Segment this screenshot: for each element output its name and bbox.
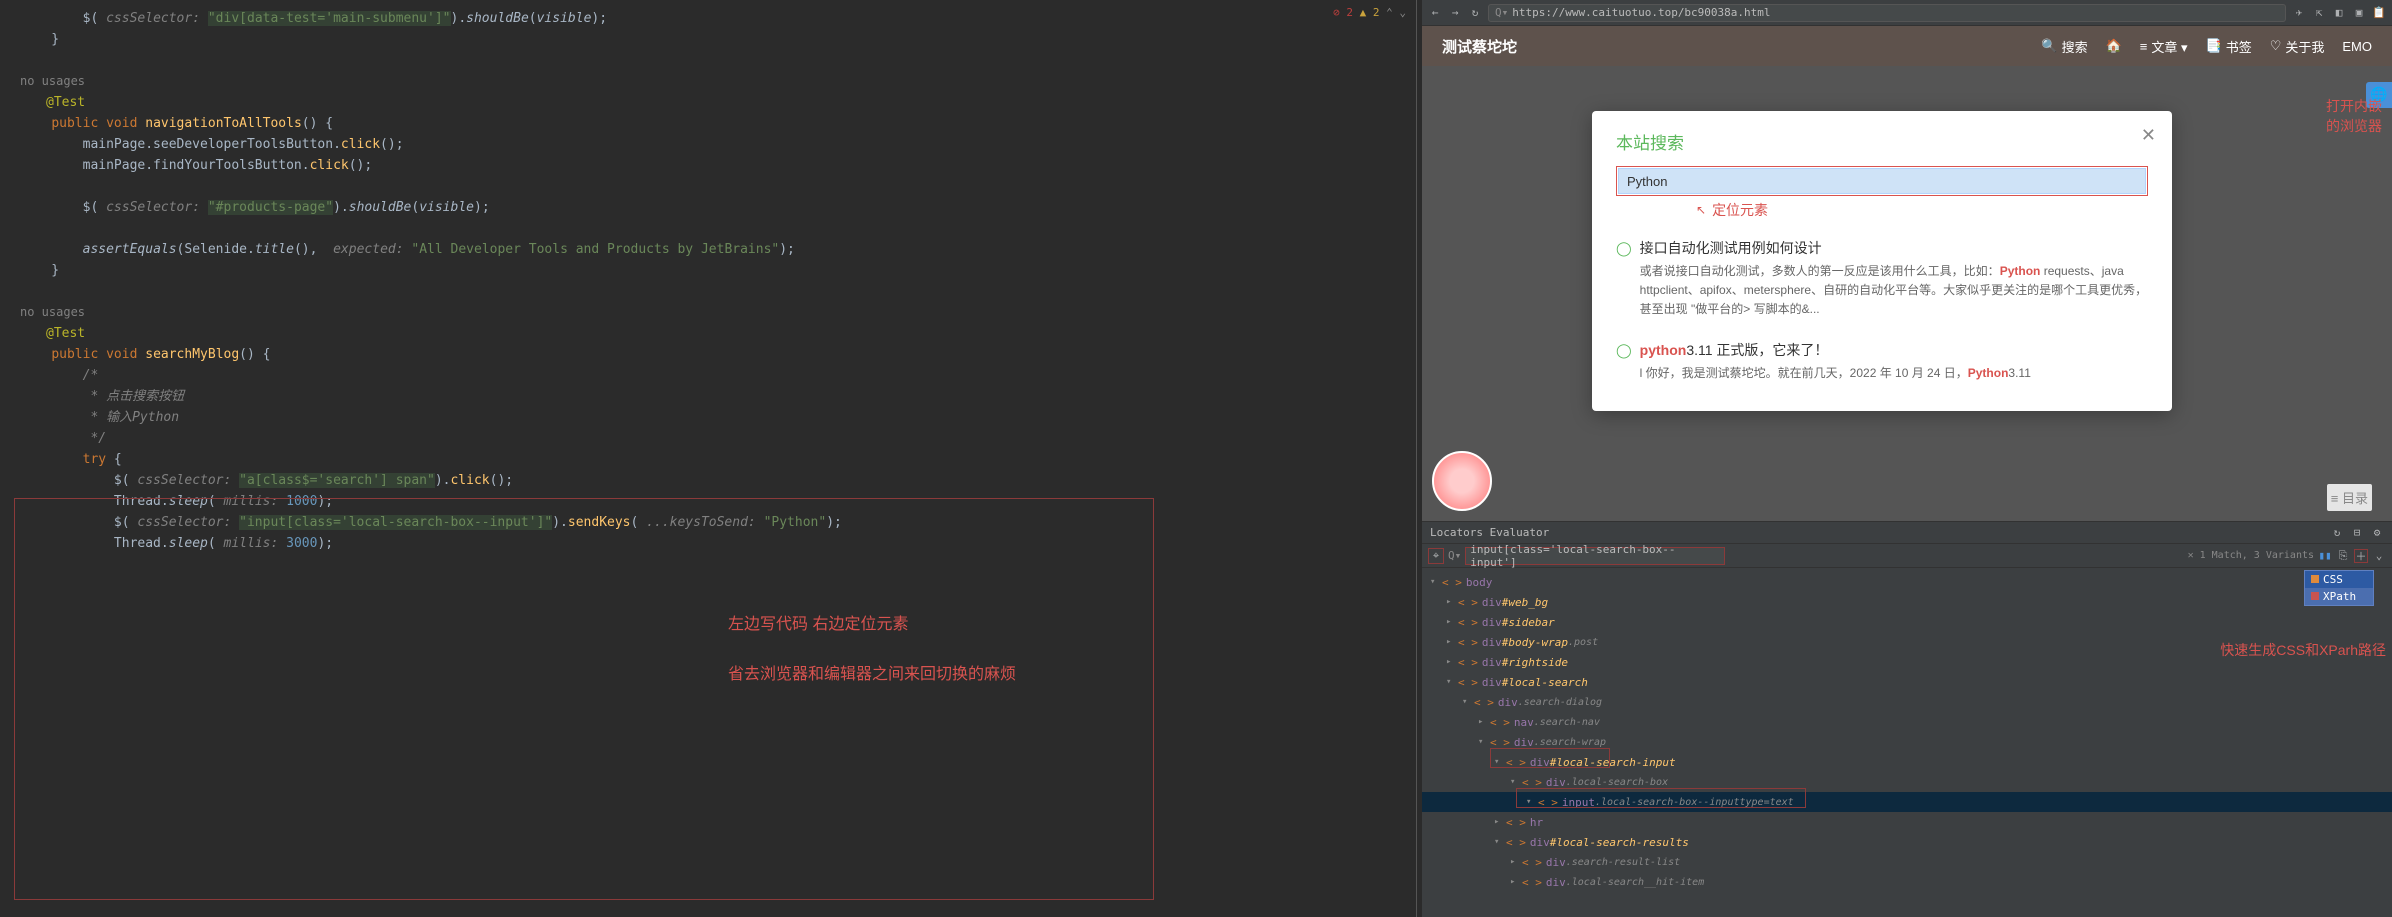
annotation-open-browser: 打开内嵌的浏览器 xyxy=(2326,96,2382,136)
picker-icon[interactable]: ⌖ xyxy=(1428,548,1444,564)
add-icon[interactable]: ＋ xyxy=(2354,549,2368,563)
toc-button[interactable]: ≡ 目录 xyxy=(2327,484,2372,511)
search-result[interactable]: ◯ python3.11 正式版，它来了！ l 你好，我是测试蔡坨坨。就在前几天… xyxy=(1616,330,2148,393)
chevron-down-icon[interactable]: ⌄ xyxy=(2372,549,2386,563)
compact-icon[interactable]: ⊟ xyxy=(2350,526,2364,540)
result-desc: l 你好，我是测试蔡坨坨。就在前几天，2022 年 10 月 24 日，Pyth… xyxy=(1640,364,2148,383)
add-popup: CSS XPath xyxy=(2304,570,2374,606)
browser-toolbar: ← → ↻ Q▾ https://www.caituotuo.top/bc900… xyxy=(1422,0,2392,26)
send-icon[interactable]: ✈ xyxy=(2292,6,2306,20)
locators-panel: Locators Evaluator ↻ ⊟ ⚙ ⌖ Q▾ input[clas… xyxy=(1422,521,2392,917)
dom-tree[interactable]: 快速生成CSS和XParh路径 ▾ < > body▸ < > div #web… xyxy=(1422,568,2392,917)
search-prefix: Q▾ xyxy=(1448,549,1461,562)
refresh-icon[interactable]: ↻ xyxy=(2330,526,2344,540)
clipboard-icon[interactable]: 📋 xyxy=(2372,6,2386,20)
tree-row[interactable]: ▸ < > nav .search-nav xyxy=(1422,712,2392,732)
bullet-icon: ◯ xyxy=(1616,342,1632,383)
site-nav: 测试蔡坨坨 🔍 搜索 🏠 ≡ 文章 ▾ 📑 书签 ♡ 关于我 EMO xyxy=(1422,26,2392,66)
tree-row[interactable]: ▸ < > div .local-search__hit-item xyxy=(1422,872,2392,892)
devtools-icon[interactable]: ◧ xyxy=(2332,6,2346,20)
tree-row[interactable]: ▾ < > div .search-wrap xyxy=(1422,732,2392,752)
search-dialog: 本站搜索 ✕ ↖定位元素 ◯ 接口自动化测试用例如何设计 或者说接口自动化测试，… xyxy=(1592,111,2172,411)
bullet-icon: ◯ xyxy=(1616,240,1632,320)
nav-emo[interactable]: EMO xyxy=(2342,39,2372,54)
close-icon[interactable]: ✕ xyxy=(2141,125,2156,146)
search-input[interactable] xyxy=(1618,168,2146,194)
inspection-status[interactable]: ⊘ 2 ▲ 2 ⌃ ⌄ xyxy=(1333,6,1406,19)
highlight-icon[interactable]: ▮▮ xyxy=(2318,549,2332,563)
result-title: python3.11 正式版，它来了！ xyxy=(1640,340,2148,360)
match-count: ✕ 1 Match, 3 Variants xyxy=(2188,550,2314,561)
forward-icon[interactable]: → xyxy=(1448,6,1462,20)
browser-preview[interactable]: m 🌐 测试蔡坨坨 🔍 搜索 🏠 ≡ 文章 ▾ 📑 书签 ♡ 关于我 EMO 打… xyxy=(1422,26,2392,521)
tree-row[interactable]: ▸ < > hr xyxy=(1422,812,2392,832)
open-external-icon[interactable]: ⇱ xyxy=(2312,6,2326,20)
annotation-generate: 快速生成CSS和XParh路径 xyxy=(2220,640,2386,660)
gear-icon[interactable]: ⚙ xyxy=(2370,526,2384,540)
window-icon[interactable]: ▣ xyxy=(2352,6,2366,20)
annotation-locate: ↖定位元素 xyxy=(1696,200,2148,220)
result-desc: 或者说接口自动化测试，多数人的第一反应是该用什么工具，比如：Python req… xyxy=(1640,262,2148,320)
back-icon[interactable]: ← xyxy=(1428,6,1442,20)
avatar xyxy=(1432,451,1492,511)
tree-row[interactable]: ▾ < > div #local-search-input xyxy=(1422,752,2392,772)
popup-css[interactable]: CSS xyxy=(2305,571,2373,588)
annotation-highlight xyxy=(1616,166,2148,196)
browser-pane: ← → ↻ Q▾ https://www.caituotuo.top/bc900… xyxy=(1422,0,2392,917)
url-input[interactable]: Q▾ https://www.caituotuo.top/bc90038a.ht… xyxy=(1488,4,2286,22)
tree-row[interactable]: ▸ < > div #sidebar xyxy=(1422,612,2392,632)
nav-category[interactable]: ≡ 文章 ▾ xyxy=(2140,37,2188,56)
code-editor[interactable]: ⊘ 2 ▲ 2 ⌃ ⌄ $( cssSelector: "div[data-te… xyxy=(0,0,1416,917)
popup-xpath[interactable]: XPath xyxy=(2305,588,2373,605)
dialog-title: 本站搜索 xyxy=(1616,129,2148,154)
search-result[interactable]: ◯ 接口自动化测试用例如何设计 或者说接口自动化测试，多数人的第一反应是该用什么… xyxy=(1616,228,2148,330)
annotation-text: 省去浏览器和编辑器之间来回切换的麻烦 xyxy=(728,660,1016,684)
site-brand[interactable]: 测试蔡坨坨 xyxy=(1442,36,1517,57)
nav-about[interactable]: ♡ 关于我 xyxy=(2270,37,2325,56)
tree-row[interactable]: ▸ < > div #web_bg xyxy=(1422,592,2392,612)
tree-row[interactable]: ▾ < > div .search-dialog xyxy=(1422,692,2392,712)
nav-bookmark[interactable]: 📑 书签 xyxy=(2206,37,2252,56)
reload-icon[interactable]: ↻ xyxy=(1468,6,1482,20)
tree-row[interactable]: ▾ < > input .local-search-box--input typ… xyxy=(1422,792,2392,812)
tree-row[interactable]: ▾ < > div #local-search xyxy=(1422,672,2392,692)
result-title: 接口自动化测试用例如何设计 xyxy=(1640,238,2148,258)
tree-row[interactable]: ▾ < > body xyxy=(1422,572,2392,592)
locator-input[interactable]: input[class='local-search-box--input'] xyxy=(1465,547,1725,565)
tree-row[interactable]: ▾ < > div .local-search-box xyxy=(1422,772,2392,792)
annotation-box xyxy=(14,498,1154,900)
locators-header: Locators Evaluator ↻ ⊟ ⚙ xyxy=(1422,522,2392,544)
copy-icon[interactable]: ⎘ xyxy=(2336,549,2350,563)
nav-search[interactable]: 🔍 搜索 xyxy=(2041,37,2087,56)
tree-row[interactable]: ▾ < > div #local-search-results xyxy=(1422,832,2392,852)
nav-home-icon[interactable]: 🏠 xyxy=(2106,38,2122,54)
tree-row[interactable]: ▸ < > div .search-result-list xyxy=(1422,852,2392,872)
locators-search-row: ⌖ Q▾ input[class='local-search-box--inpu… xyxy=(1422,544,2392,568)
annotation-text: 左边写代码 右边定位元素 xyxy=(728,610,908,634)
